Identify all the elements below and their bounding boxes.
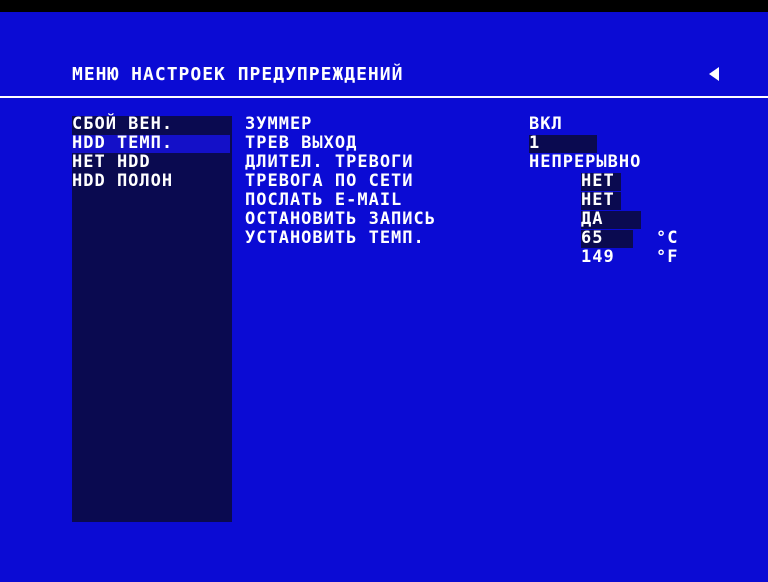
fahrenheit-unit: °F	[656, 247, 679, 267]
sidebar-item-hdd-temp[interactable]: HDD ТЕМП.	[72, 135, 230, 153]
network-alarm-label: ТРЕВОГА ПО СЕТИ	[245, 171, 414, 191]
set-temp-fahrenheit-value: 149	[581, 247, 615, 267]
alarm-duration-value-text: НЕПРЕРЫВНО	[529, 152, 642, 172]
network-alarm-value-text: НЕТ	[581, 173, 621, 191]
menu-title: МЕНЮ НАСТРОЕК ПРЕДУПРЕЖДЕНИЙ	[72, 64, 404, 85]
network-alarm-value[interactable]: НЕТ	[581, 173, 621, 191]
top-black-band	[0, 0, 768, 12]
send-email-label: ПОСЛАТЬ E-MAIL	[245, 190, 403, 210]
sidebar-item-no-hdd[interactable]: НЕТ HDD	[72, 154, 151, 172]
set-temp-celsius-value[interactable]: 65	[581, 230, 633, 248]
buzzer-value-text: ВКЛ	[529, 114, 563, 134]
buzzer-label: ЗУММЕР	[245, 114, 313, 134]
alarm-output-label: ТРЕВ ВЫХОД	[245, 133, 358, 153]
back-arrow-icon[interactable]	[706, 65, 722, 83]
dvr-screen: МЕНЮ НАСТРОЕК ПРЕДУПРЕЖДЕНИЙ СБОЙ ВЕН. H…	[0, 0, 768, 582]
set-temp-celsius-text: 65	[581, 230, 633, 248]
sidebar-item-fan-failure[interactable]: СБОЙ ВЕН.	[72, 116, 173, 134]
title-divider	[0, 96, 768, 98]
stop-recording-value[interactable]: ДА	[581, 211, 641, 229]
alarm-output-value-text: 1	[529, 135, 597, 153]
alarm-duration-label: ДЛИТЕЛ. ТРЕВОГИ	[245, 152, 414, 172]
alarm-duration-value[interactable]: НЕПРЕРЫВНО	[529, 154, 641, 171]
celsius-unit: °C	[656, 228, 679, 248]
stop-recording-label: ОСТАНОВИТЬ ЗАПИСЬ	[245, 209, 436, 229]
send-email-value[interactable]: НЕТ	[581, 192, 621, 210]
sidebar: СБОЙ ВЕН. HDD ТЕМП. НЕТ HDD HDD ПОЛОН	[72, 116, 232, 522]
set-temp-label: УСТАНОВИТЬ ТЕМП.	[245, 228, 425, 248]
send-email-value-text: НЕТ	[581, 192, 621, 210]
buzzer-value[interactable]: ВКЛ	[529, 116, 563, 133]
sidebar-item-hdd-full[interactable]: HDD ПОЛОН	[72, 173, 173, 191]
stop-recording-value-text: ДА	[581, 211, 641, 229]
alarm-output-value[interactable]: 1	[529, 135, 597, 153]
